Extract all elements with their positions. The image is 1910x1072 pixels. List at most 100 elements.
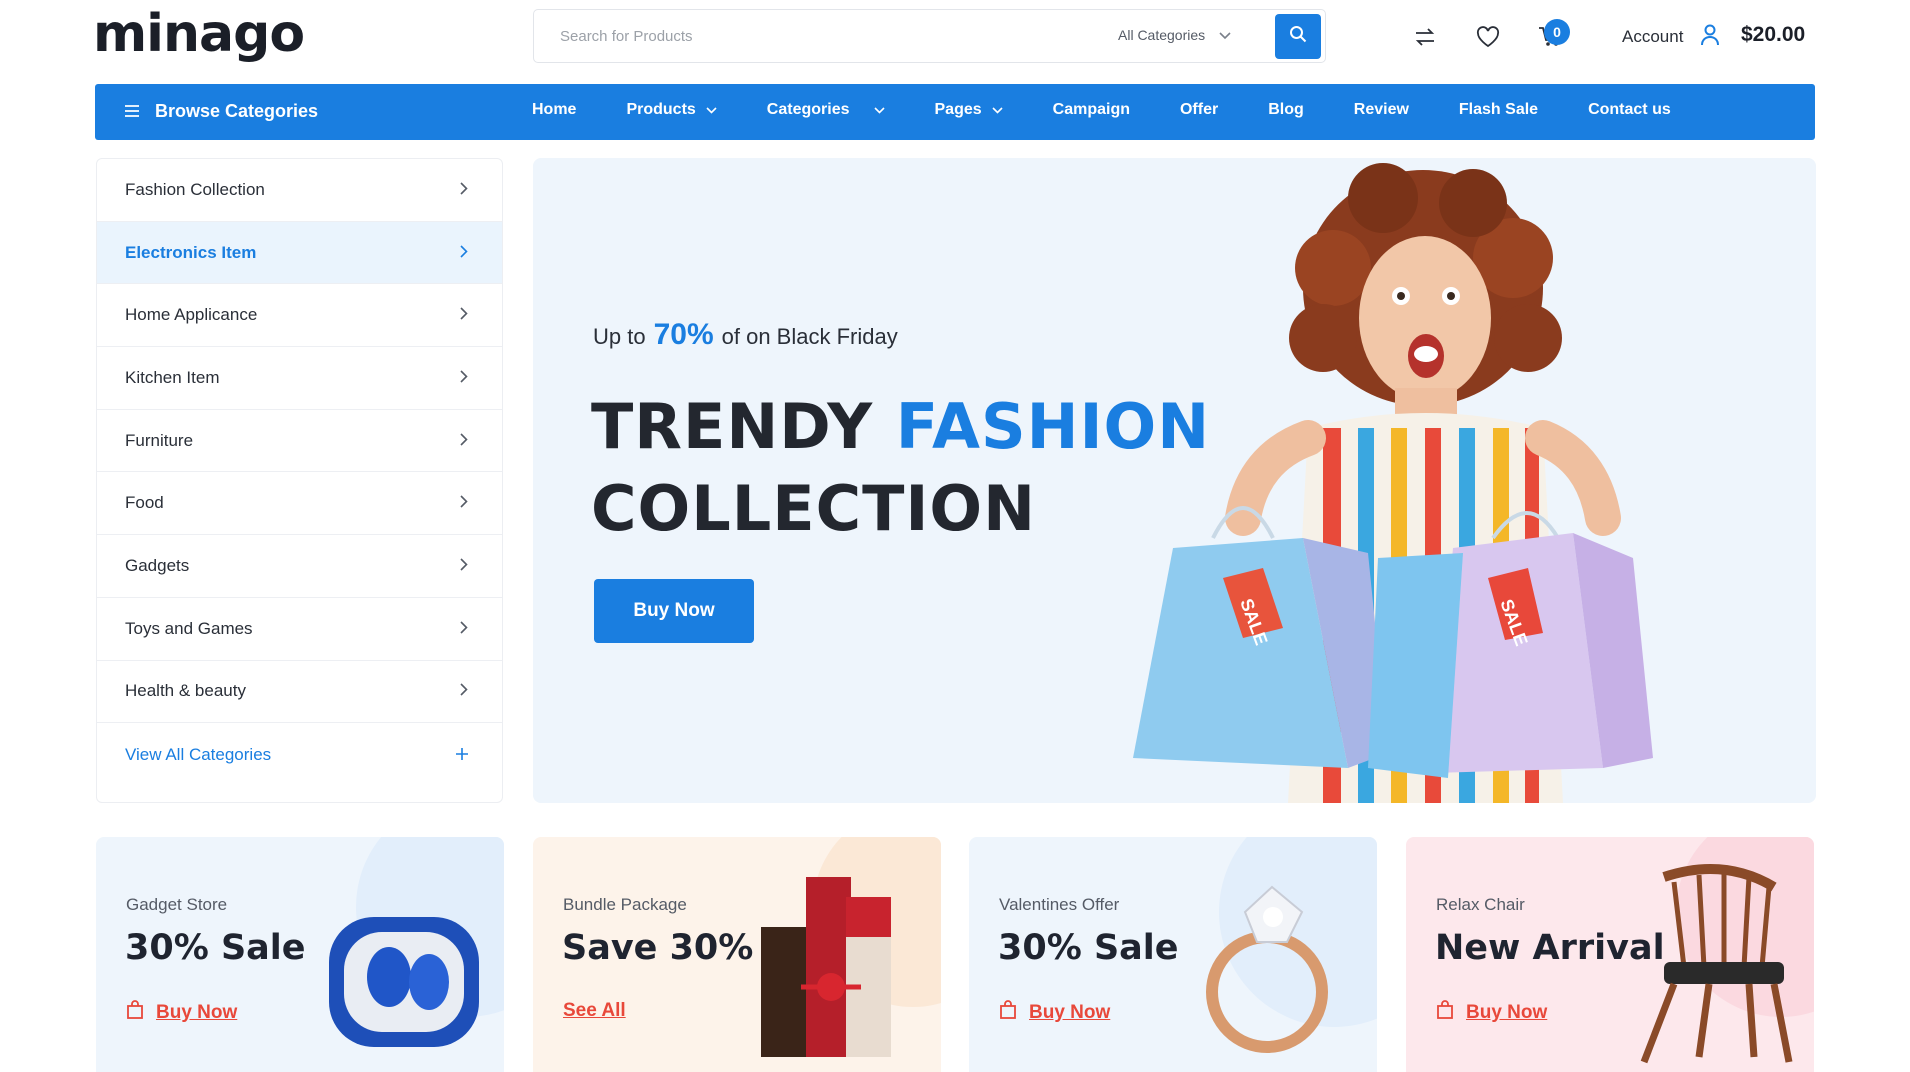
sidebar-item-home-appliance[interactable]: Home Applicance — [97, 284, 502, 348]
hero-banner: Up to 70% of on Black Friday TRENDY FASH… — [533, 158, 1816, 803]
compare-button[interactable] — [1410, 24, 1440, 54]
sidebar-item-kitchen[interactable]: Kitchen Item — [97, 347, 502, 410]
nav-menu: Home Products Categories Pages Campaign … — [532, 101, 1721, 119]
plus-icon — [456, 745, 468, 765]
card-subtitle: Valentines Offer — [999, 895, 1120, 914]
browse-categories-label: Browse Categories — [155, 101, 319, 121]
category-sidebar: Fashion Collection Electronics Item Home… — [96, 158, 503, 803]
sidebar-item-label: Gadgets — [125, 555, 190, 575]
card-subtitle: Relax Chair — [1436, 895, 1525, 914]
nav-item-offer[interactable]: Offer — [1180, 101, 1218, 119]
card-subtitle: Gadget Store — [126, 895, 228, 914]
nav-item-flash-sale[interactable]: Flash Sale — [1459, 101, 1538, 119]
card-buy-now-link[interactable]: Buy Now — [126, 1000, 237, 1026]
hero-woman-shopping-image: SALE SALE — [1133, 163, 1653, 803]
promo-card-valentines[interactable]: Valentines Offer 30% Sale Buy Now — [969, 837, 1377, 1072]
shopping-bag-icon — [1436, 1000, 1454, 1026]
nav-item-contact[interactable]: Contact us — [1588, 101, 1671, 119]
hero-title-line2: COLLECTION — [591, 472, 1037, 545]
promo-card-gadget[interactable]: Gadget Store 30% Sale Buy Now — [96, 837, 504, 1072]
nav-item-home[interactable]: Home — [532, 101, 576, 119]
sidebar-item-furniture[interactable]: Furniture — [97, 410, 502, 473]
nav-item-label: Pages — [934, 101, 982, 118]
heart-icon — [1476, 25, 1500, 53]
sidebar-item-label: Electronics Item — [125, 242, 257, 262]
view-all-label: View All Categories — [125, 744, 272, 764]
nav-item-label: Contact us — [1588, 101, 1671, 118]
nav-item-review[interactable]: Review — [1354, 101, 1409, 119]
chevron-down-icon — [706, 101, 717, 119]
promo-card-bundle[interactable]: Bundle Package Save 30% See All — [533, 837, 941, 1072]
compare-icon — [1412, 25, 1438, 54]
search-input[interactable] — [560, 24, 1080, 48]
card-buy-now-link[interactable]: Buy Now — [999, 1000, 1110, 1026]
site-header: minago All Categories 0 Account — [0, 0, 1910, 80]
browse-categories-button[interactable]: Browse Categories — [125, 101, 318, 122]
hero-buy-now-button[interactable]: Buy Now — [594, 579, 754, 643]
chevron-down-icon — [992, 101, 1003, 119]
nav-item-label: Products — [626, 101, 696, 118]
search-icon — [1289, 25, 1307, 48]
sidebar-item-fashion[interactable]: Fashion Collection — [97, 159, 502, 222]
card-link-label: Buy Now — [1466, 1002, 1548, 1023]
card-link-label: See All — [563, 1000, 626, 1021]
nav-item-campaign[interactable]: Campaign — [1053, 101, 1130, 119]
sidebar-item-food[interactable]: Food — [97, 472, 502, 536]
sidebar-item-label: Furniture — [125, 430, 194, 450]
user-icon[interactable] — [1700, 24, 1720, 51]
wishlist-button[interactable] — [1473, 24, 1503, 54]
nav-item-label: Offer — [1179, 101, 1219, 118]
category-select-label: All Categories — [1118, 27, 1206, 43]
chevron-down-icon — [1219, 27, 1231, 43]
promo-prefix: Up to — [593, 324, 646, 349]
wooden-chair-image — [1640, 864, 1793, 1064]
earbuds-case-image — [329, 917, 479, 1047]
nav-item-blog[interactable]: Blog — [1268, 101, 1304, 119]
sidebar-item-label: Kitchen Item — [125, 367, 220, 387]
nav-item-pages[interactable]: Pages — [935, 101, 1003, 119]
nav-item-label: Blog — [1268, 101, 1304, 118]
card-link-label: Buy Now — [1029, 1002, 1111, 1023]
chevron-right-icon — [460, 305, 468, 325]
search-button[interactable] — [1275, 14, 1321, 59]
nav-item-categories[interactable]: Categories — [767, 101, 885, 119]
shopping-bag-icon — [999, 1000, 1017, 1026]
chevron-right-icon — [460, 493, 468, 513]
diamond-ring-image — [1206, 885, 1328, 1053]
chevron-right-icon — [460, 619, 468, 639]
main-navbar: Browse Categories Home Products Categori… — [95, 84, 1815, 140]
chevron-right-icon — [460, 681, 468, 701]
card-headline: 30% Sale — [998, 928, 1179, 968]
card-buy-now-link[interactable]: Buy Now — [1436, 1000, 1547, 1026]
nav-item-label: Flash Sale — [1458, 101, 1539, 118]
card-headline: 30% Sale — [125, 928, 306, 968]
category-select[interactable]: All Categories — [1118, 27, 1231, 43]
site-logo[interactable]: minago — [93, 4, 305, 64]
chocolate-bundle-image — [761, 877, 891, 1057]
cart-count-badge: 0 — [1544, 19, 1570, 45]
promo-percent: 70% — [653, 318, 714, 351]
nav-item-label: Review — [1353, 101, 1409, 118]
sidebar-item-gadgets[interactable]: Gadgets — [97, 535, 502, 598]
account-link[interactable]: Account — [1622, 27, 1683, 47]
sidebar-item-health-beauty[interactable]: Health & beauty — [97, 661, 502, 724]
chevron-right-icon — [460, 368, 468, 388]
nav-item-label: Categories — [766, 101, 850, 118]
hero-title: TRENDY FASHION COLLECTION — [591, 386, 1210, 550]
cart-total: $20.00 — [1741, 23, 1806, 46]
sidebar-item-toys[interactable]: Toys and Games — [97, 598, 502, 661]
sidebar-item-label: Food — [125, 493, 164, 513]
card-link-label: Buy Now — [156, 1002, 238, 1023]
nav-item-label: Home — [532, 101, 577, 118]
chevron-right-icon — [460, 556, 468, 576]
hero-title-word1: TRENDY — [591, 390, 874, 463]
view-all-categories-link[interactable]: View All Categories — [97, 723, 502, 786]
promo-card-relax-chair[interactable]: Relax Chair New Arrival Buy Now — [1406, 837, 1814, 1072]
chevron-right-icon — [460, 243, 468, 263]
chevron-right-icon — [460, 180, 468, 200]
nav-item-products[interactable]: Products — [626, 101, 717, 119]
sidebar-item-electronics[interactable]: Electronics Item — [97, 221, 502, 285]
hamburger-icon — [125, 101, 139, 122]
card-see-all-link[interactable]: See All — [563, 1000, 626, 1022]
sidebar-item-label: Fashion Collection — [125, 179, 265, 199]
